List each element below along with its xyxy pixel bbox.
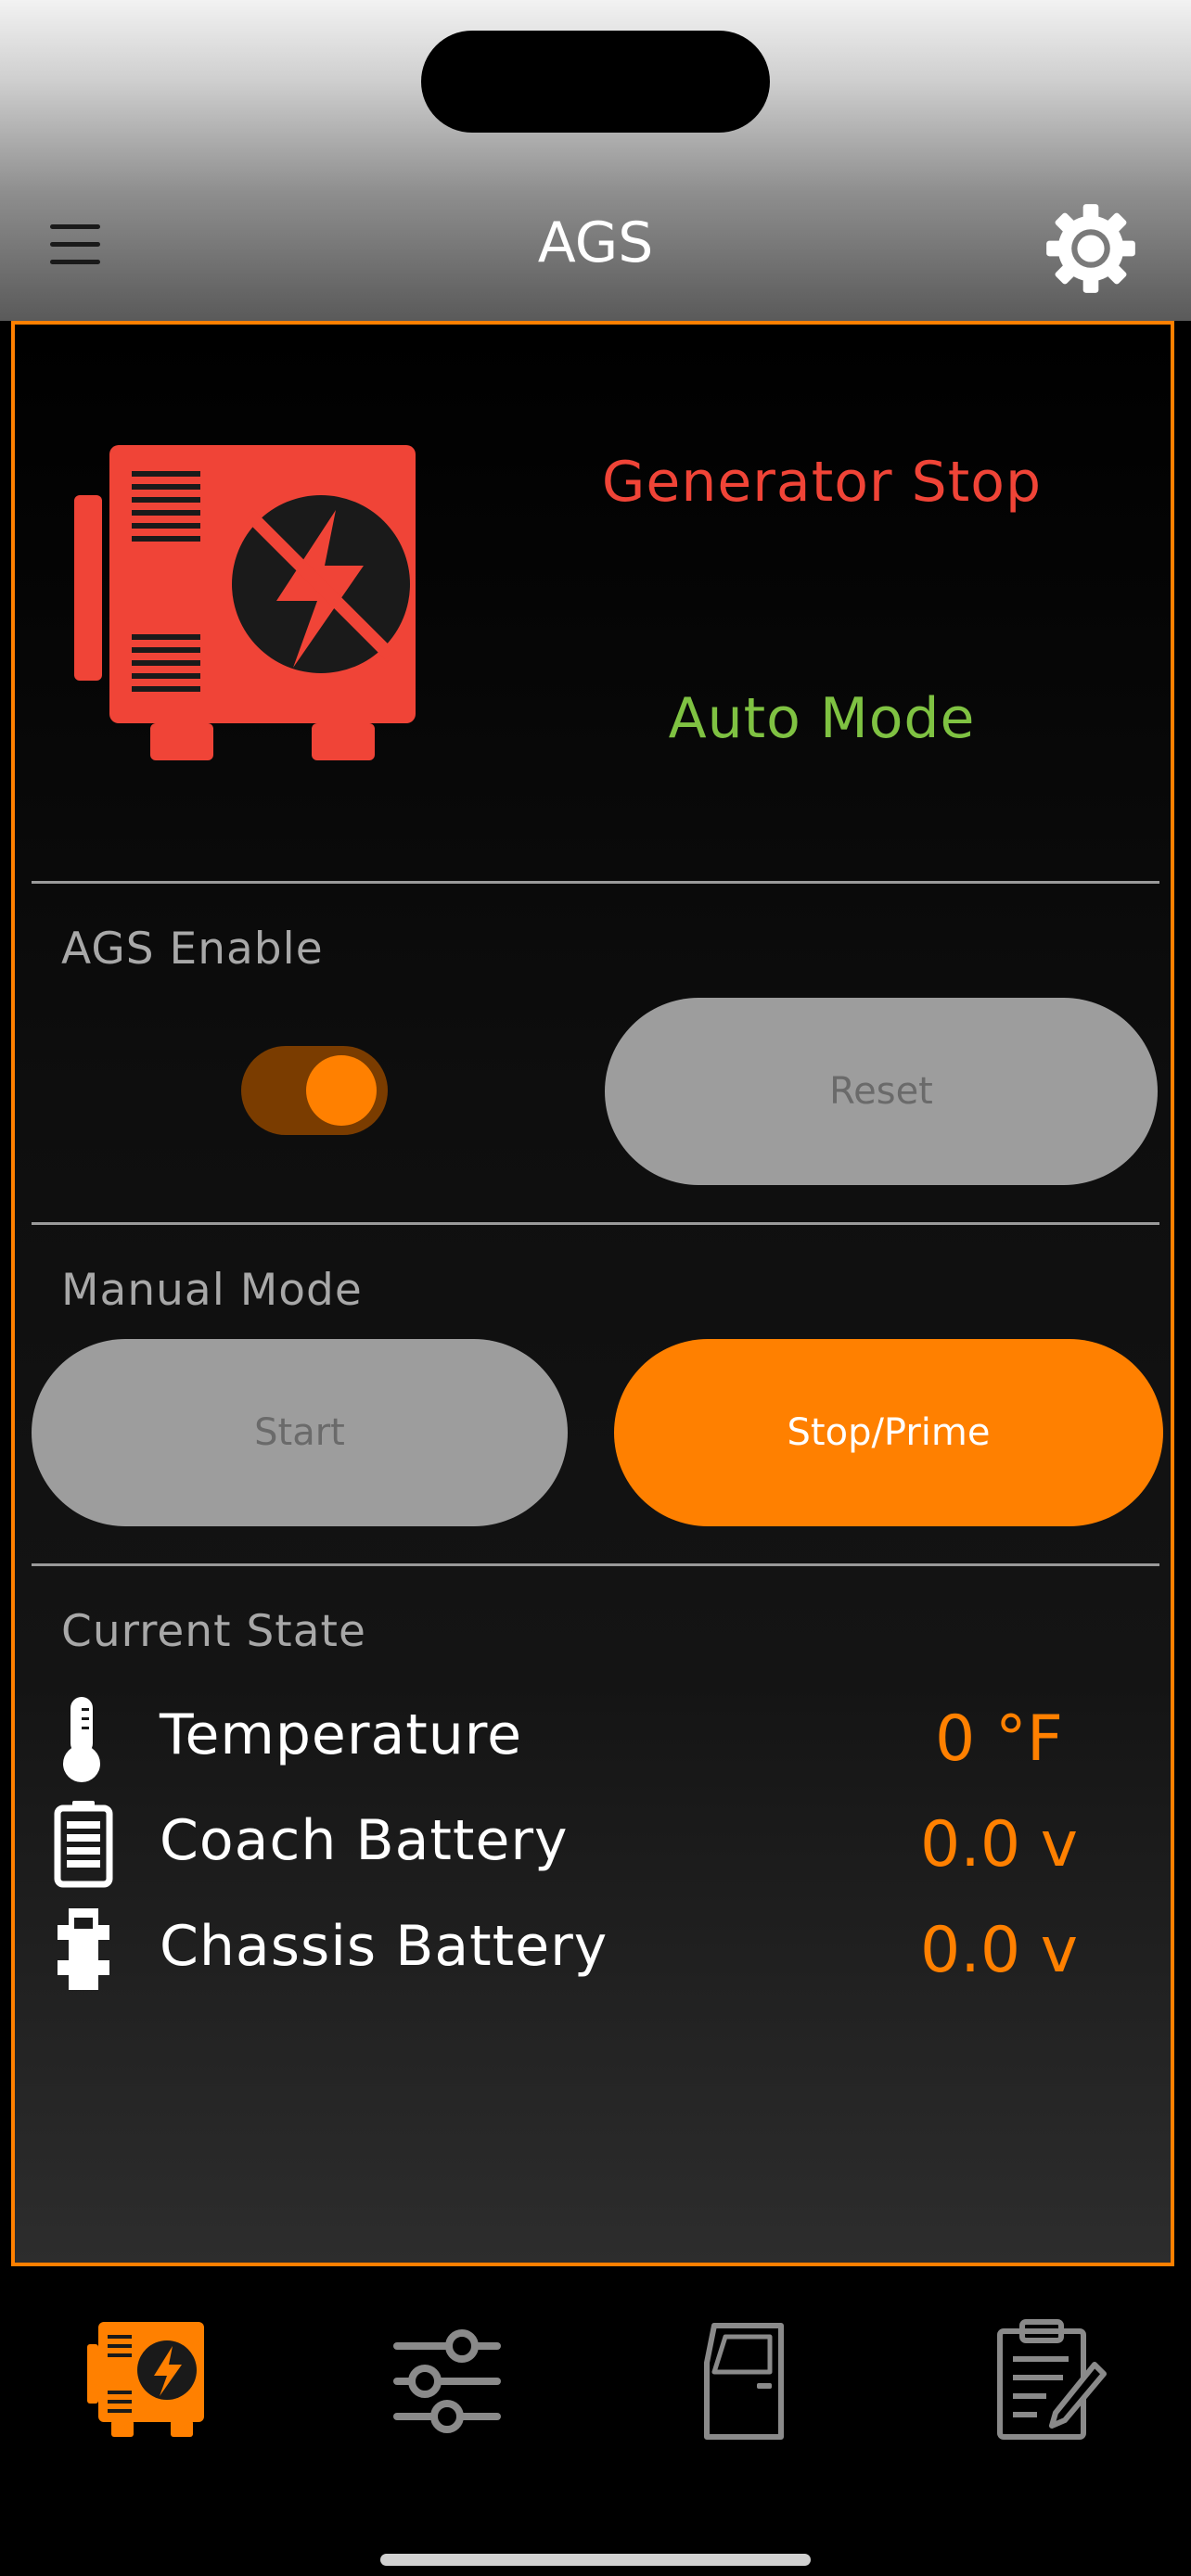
temperature-value: 0 °F — [935, 1702, 1063, 1776]
chassis-icon — [48, 1903, 122, 1996]
ags-panel: Generator Stop Auto Mode AGS Enable Rese… — [11, 321, 1174, 2266]
coach-battery-row: Coach Battery 0.0 v — [48, 1797, 1161, 1890]
current-state-label: Current State — [61, 1606, 366, 1657]
generator-stopped-icon — [74, 436, 427, 773]
divider — [32, 1222, 1159, 1225]
stop-prime-button[interactable]: Stop/Prime — [614, 1339, 1163, 1526]
generator-status: Generator Stop — [601, 450, 1043, 515]
generator-tab-icon[interactable] — [83, 2316, 213, 2446]
temperature-row: Temperature 0 °F — [48, 1691, 1161, 1784]
chassis-battery-value: 0.0 v — [920, 1914, 1078, 1987]
generator-mode: Auto Mode — [668, 686, 976, 751]
coach-battery-label: Coach Battery — [160, 1808, 569, 1873]
chassis-battery-label: Chassis Battery — [160, 1914, 608, 1979]
toggle-knob — [306, 1055, 377, 1126]
thermometer-icon — [48, 1691, 122, 1784]
reset-button[interactable]: Reset — [605, 998, 1158, 1185]
ags-enable-label: AGS Enable — [61, 924, 324, 975]
home-indicator[interactable] — [380, 2554, 811, 2566]
tab-bar — [0, 2270, 1191, 2576]
gear-icon[interactable] — [1043, 200, 1139, 297]
clipboard-edit-icon[interactable] — [980, 2316, 1109, 2446]
start-button[interactable]: Start — [32, 1339, 568, 1526]
ags-enable-toggle[interactable] — [241, 1046, 388, 1135]
coach-battery-value: 0.0 v — [920, 1808, 1078, 1881]
app-header: AGS — [0, 0, 1191, 321]
sliders-icon[interactable] — [382, 2316, 512, 2446]
battery-icon — [48, 1797, 122, 1890]
manual-mode-label: Manual Mode — [61, 1265, 363, 1316]
divider — [32, 881, 1159, 884]
dynamic-island — [421, 31, 770, 133]
door-icon[interactable] — [681, 2316, 811, 2446]
divider — [32, 1563, 1159, 1566]
temperature-label: Temperature — [160, 1702, 523, 1767]
page-title: AGS — [537, 210, 654, 275]
chassis-battery-row: Chassis Battery 0.0 v — [48, 1903, 1161, 1996]
